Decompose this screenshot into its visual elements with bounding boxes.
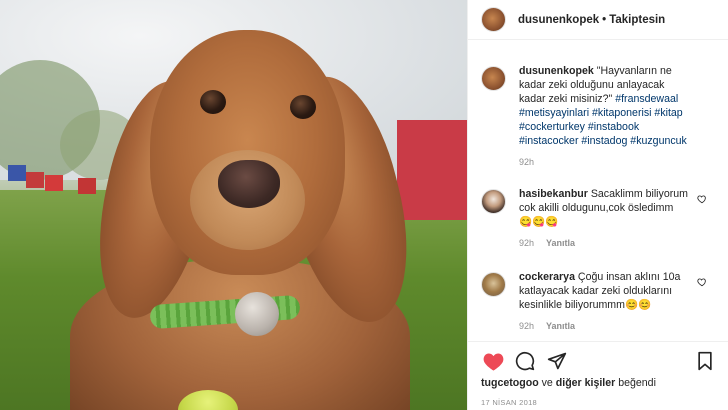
caption-body: dusunenkopek "Hayvanların ne kadar zeki … xyxy=(519,64,689,169)
photo-sign xyxy=(26,172,44,188)
photo-sign xyxy=(78,178,96,194)
comment-body: hasibekanbur Sacaklimm biliyorum cok aki… xyxy=(519,187,689,250)
caption-meta: 92h xyxy=(519,155,689,169)
post-actions: tugcetogoo ve diğer kişiler beğendi 17 N… xyxy=(468,341,728,410)
following-button[interactable]: Takiptesin xyxy=(609,14,665,26)
photo-sign xyxy=(8,165,26,181)
dog-left-eye xyxy=(200,90,226,114)
comment-body: cockerarya Çoğu insan aklını 10a katlaya… xyxy=(519,270,689,333)
comment-item: cockerarya Çoğu insan aklını 10a katlaya… xyxy=(481,270,721,333)
caption-avatar[interactable] xyxy=(481,66,506,91)
action-icons xyxy=(481,348,717,374)
author-username[interactable]: dusunenkopek xyxy=(518,14,599,26)
header-separator: • xyxy=(602,13,607,26)
bookmark-icon[interactable] xyxy=(693,349,717,373)
liked-by: tugcetogoo ve diğer kişiler beğendi xyxy=(481,377,656,389)
reply-button[interactable]: Yanıtla xyxy=(546,319,575,333)
heart-filled-icon[interactable] xyxy=(481,349,505,373)
comment-icon[interactable] xyxy=(513,349,537,373)
dog-right-eye xyxy=(290,95,316,119)
comment-item: hasibekanbur Sacaklimm biliyorum cok aki… xyxy=(481,187,721,250)
liked-by-user[interactable]: tugcetogoo xyxy=(481,377,539,389)
comment-time: 92h xyxy=(519,321,535,331)
comment-username[interactable]: cockerarya xyxy=(519,271,575,283)
liked-connector: ve xyxy=(541,377,553,389)
caption: dusunenkopek "Hayvanların ne kadar zeki … xyxy=(481,64,721,169)
comments-list[interactable]: dusunenkopek "Hayvanların ne kadar zeki … xyxy=(468,41,728,341)
author-avatar[interactable] xyxy=(481,7,506,32)
post-header: dusunenkopek • Takiptesin xyxy=(468,0,728,40)
comment-meta: 92h Yanıtla xyxy=(519,319,689,333)
liked-suffix: beğendi xyxy=(618,377,656,389)
reply-button[interactable]: Yanıtla xyxy=(546,236,575,250)
post-panel: dusunenkopek • Takiptesin dusunenkopek "… xyxy=(467,0,728,410)
liked-others[interactable]: diğer kişiler xyxy=(556,377,615,389)
photo-banner xyxy=(397,120,467,220)
comment-username[interactable]: hasibekanbur xyxy=(519,188,588,200)
heart-outline-icon[interactable] xyxy=(697,194,707,207)
comment-meta: 92h Yanıtla xyxy=(519,236,689,250)
comment-avatar[interactable] xyxy=(481,189,506,214)
comment-time: 92h xyxy=(519,238,535,248)
caption-username[interactable]: dusunenkopek xyxy=(519,65,594,77)
dog-tag xyxy=(235,292,279,336)
dog-nose xyxy=(218,160,280,208)
post-date[interactable]: 17 NİSAN 2018 xyxy=(481,398,537,407)
heart-outline-icon[interactable] xyxy=(697,277,707,290)
caption-time: 92h xyxy=(519,157,535,167)
post-photo[interactable] xyxy=(0,0,467,410)
comment-avatar[interactable] xyxy=(481,272,506,297)
photo-sign xyxy=(45,175,63,191)
share-icon[interactable] xyxy=(545,349,569,373)
